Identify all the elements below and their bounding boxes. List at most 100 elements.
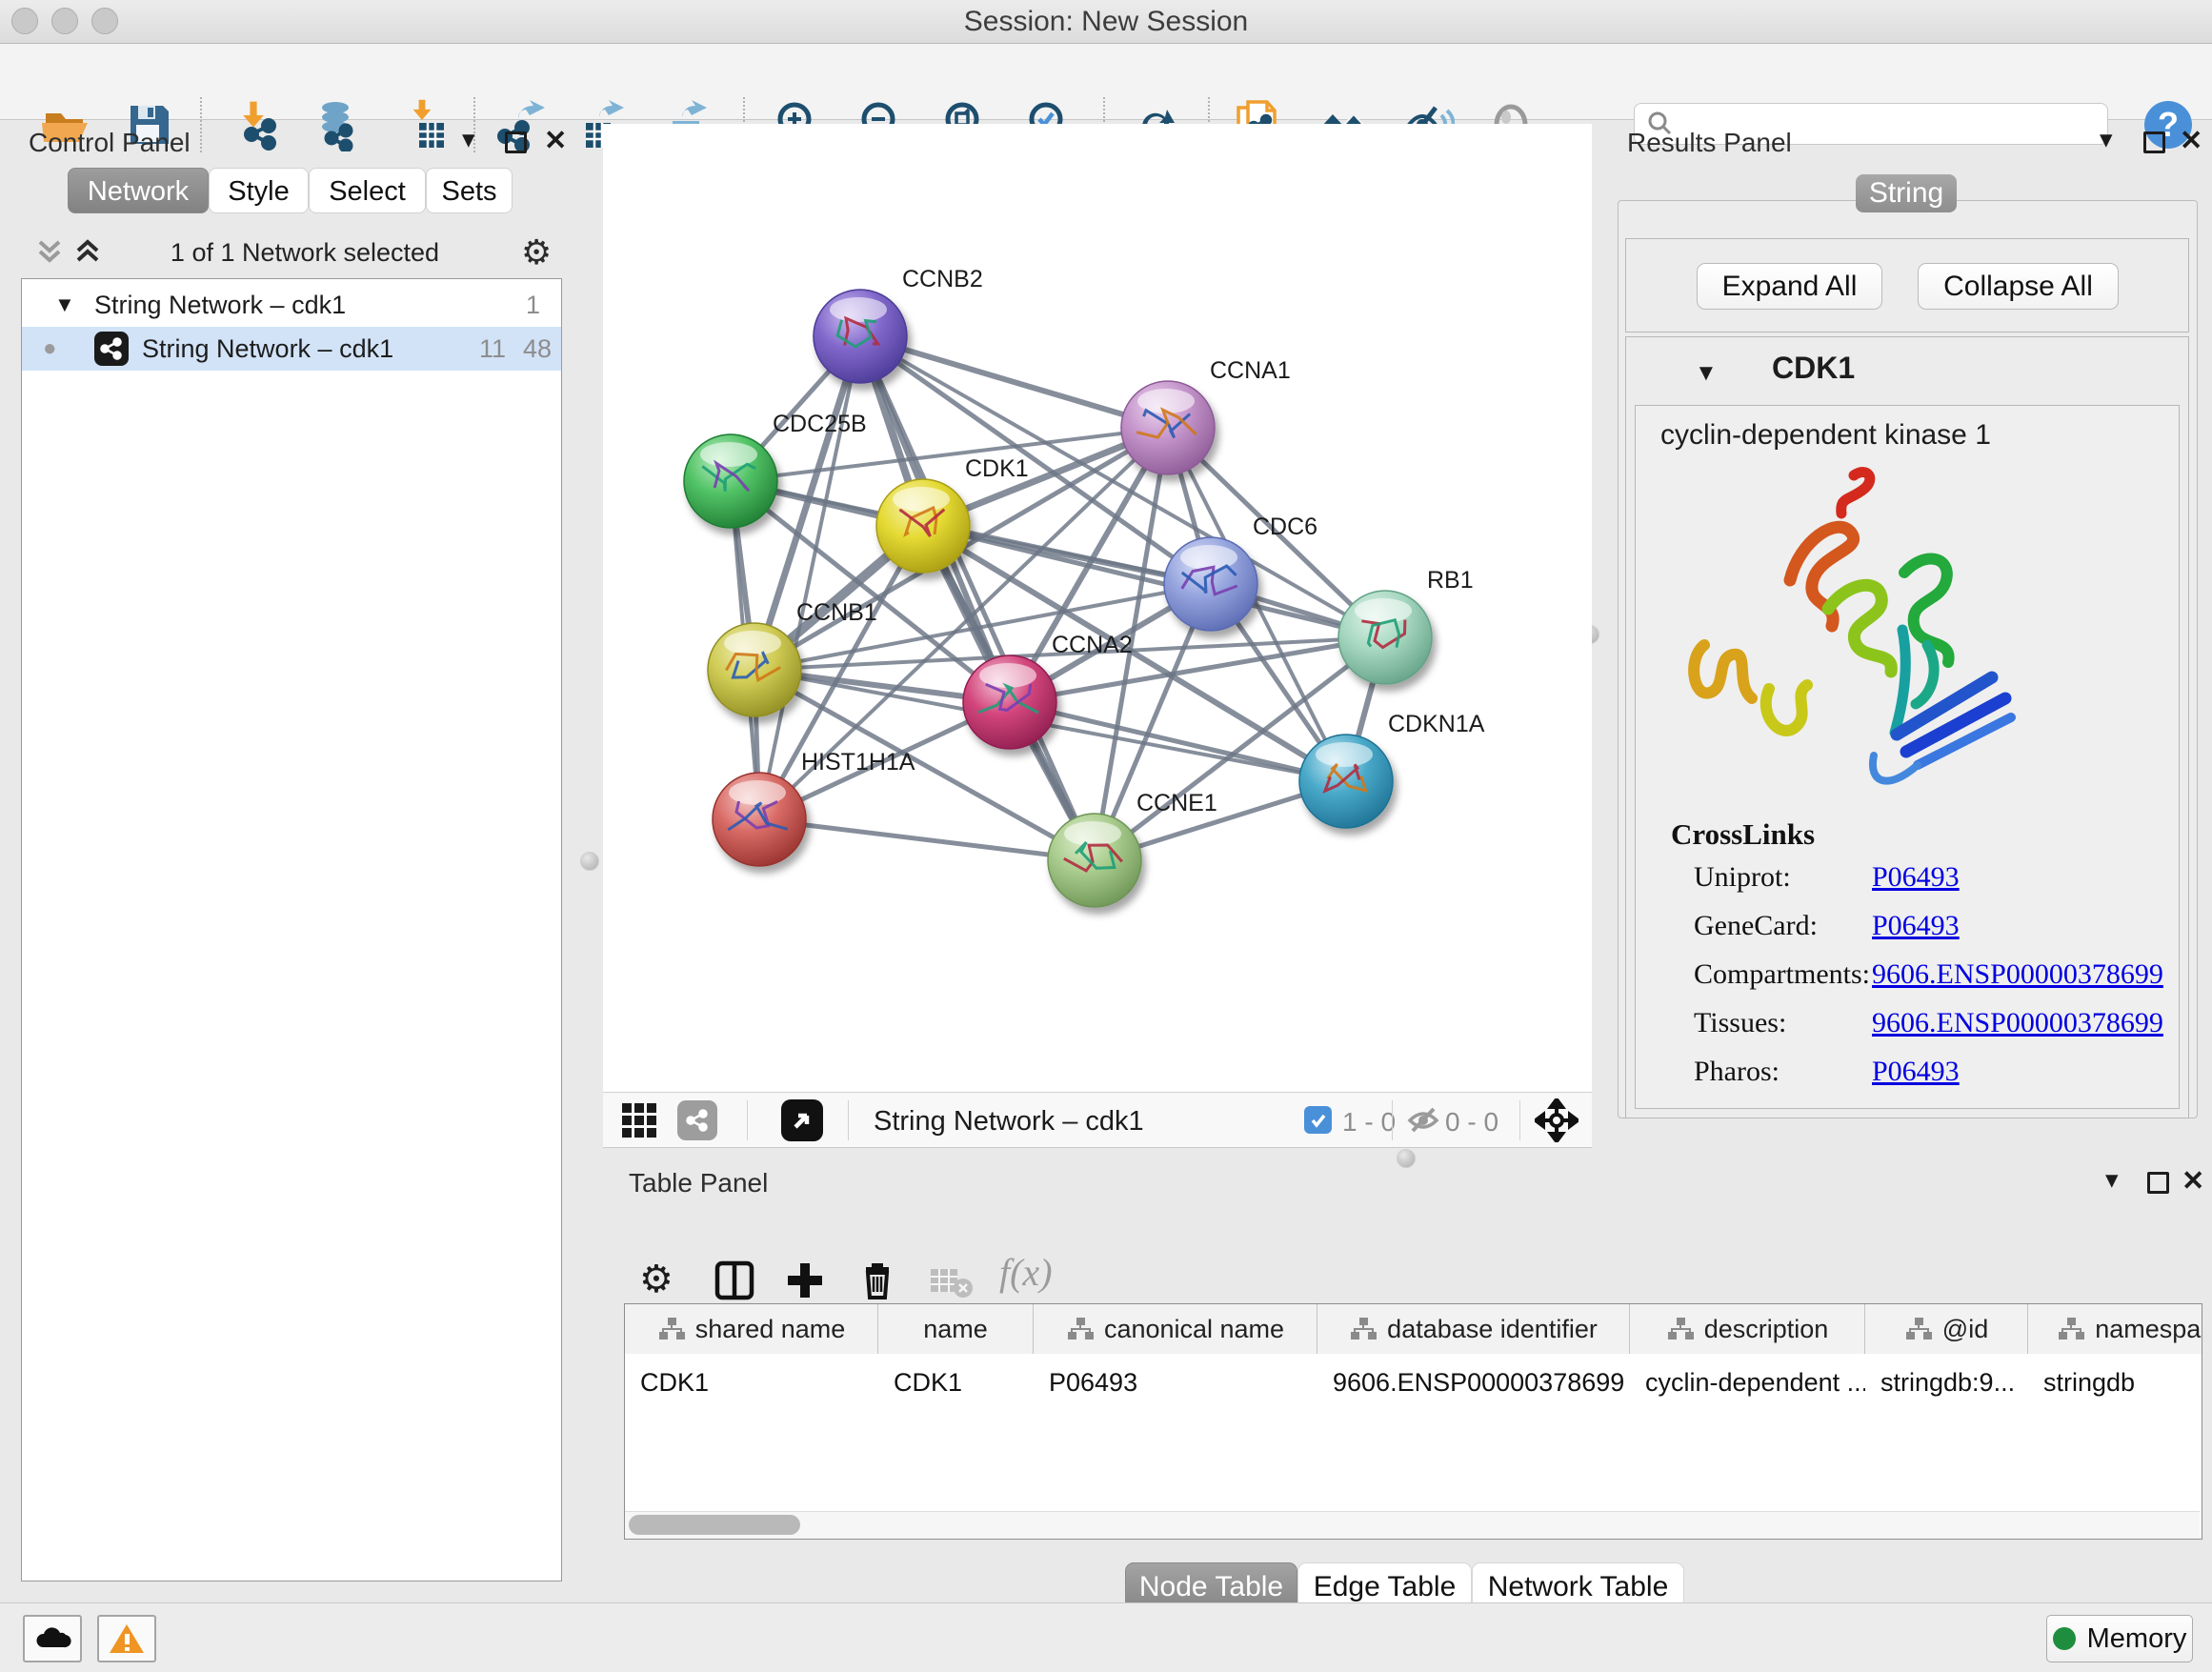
- column-header-database-identifier[interactable]: database identifier: [1317, 1304, 1630, 1354]
- column-header-name[interactable]: name: [878, 1304, 1034, 1354]
- tree-icon: [1349, 1316, 1377, 1342]
- table-cell[interactable]: stringdb: [2028, 1361, 2202, 1403]
- memory-button[interactable]: Memory: [2046, 1615, 2193, 1662]
- main-toolbar: ?: [0, 44, 2212, 120]
- horizontal-splitter-grip[interactable]: [1397, 1149, 1416, 1168]
- scrollbar-thumb[interactable]: [629, 1515, 800, 1535]
- control-panel-float-icon[interactable]: [505, 131, 527, 153]
- split-columns-icon[interactable]: [714, 1259, 755, 1306]
- memory-label: Memory: [2087, 1623, 2187, 1655]
- hidden-counts: 0 - 0: [1445, 1107, 1498, 1138]
- window-title: Session: New Session: [0, 0, 2212, 43]
- crosshair-icon[interactable]: [1535, 1098, 1579, 1147]
- collection-expand-icon[interactable]: ▼: [54, 283, 75, 327]
- selected-counts: 1 - 0: [1342, 1107, 1396, 1138]
- control-panel-close-icon[interactable]: ✕: [544, 131, 567, 151]
- vertical-splitter-grip-left[interactable]: [580, 852, 599, 871]
- delete-column-icon[interactable]: [856, 1258, 898, 1306]
- tree-icon: [2057, 1316, 2085, 1342]
- control-panel-collapse-icon[interactable]: ▾: [462, 130, 475, 149]
- gene-details: cyclin-dependent kinase 1 CrossLinks Uni…: [1635, 405, 2180, 1109]
- results-panel-float-icon[interactable]: [2143, 131, 2165, 153]
- tab-sets[interactable]: Sets: [426, 168, 513, 213]
- birdseye-view-icon[interactable]: [781, 1099, 823, 1141]
- table-settings-gear-icon[interactable]: ⚙: [639, 1258, 674, 1301]
- tab-select[interactable]: Select: [309, 168, 426, 213]
- table-panel-title: Table Panel: [629, 1168, 768, 1199]
- network-view-title: String Network – cdk1: [874, 1106, 1144, 1138]
- table-panel-close-icon[interactable]: ✕: [2182, 1171, 2204, 1192]
- collapse-all-button[interactable]: Collapse All: [1918, 263, 2119, 310]
- svg-text:CDC6: CDC6: [1253, 514, 1317, 540]
- table-cell[interactable]: 9606.ENSP00000378699: [1317, 1361, 1630, 1403]
- table-cell[interactable]: CDK1: [625, 1361, 878, 1403]
- collection-count: 1: [526, 283, 540, 327]
- network-row-label: String Network – cdk1: [142, 327, 393, 371]
- column-header-namespace[interactable]: namespace: [2028, 1304, 2202, 1354]
- hidden-eye-icon[interactable]: [1405, 1104, 1441, 1141]
- tree-icon: [1066, 1316, 1095, 1342]
- title-bar: Session: New Session: [0, 0, 2212, 44]
- svg-text:CCNA1: CCNA1: [1210, 357, 1291, 384]
- column-header-description[interactable]: description: [1630, 1304, 1865, 1354]
- column-header-canonical-name[interactable]: canonical name: [1034, 1304, 1317, 1354]
- svg-text:CCNB2: CCNB2: [902, 266, 983, 292]
- tab-style[interactable]: Style: [209, 168, 309, 213]
- network-canvas[interactable]: CCNB2CCNA1CDC25BCDK1CDC6RB1CCNB1CCNA2CDK…: [603, 124, 1592, 1092]
- results-panel-title: Results Panel: [1627, 128, 1792, 158]
- tree-icon: [657, 1316, 686, 1342]
- tab-string[interactable]: String: [1856, 174, 1957, 212]
- cloud-button[interactable]: [23, 1615, 82, 1662]
- svg-text:CCNB1: CCNB1: [796, 599, 877, 626]
- import-database-icon[interactable]: [311, 98, 364, 151]
- crosslink-link[interactable]: 9606.ENSP00000378699: [1872, 1007, 2163, 1039]
- crosslink-link[interactable]: P06493: [1872, 910, 1960, 942]
- expand-all-networks-icon[interactable]: [73, 236, 102, 272]
- selected-checkbox[interactable]: [1304, 1106, 1332, 1134]
- network-row-selected[interactable]: ● String Network – cdk1 11 48: [22, 327, 561, 371]
- string-network-icon: [94, 332, 129, 366]
- table-cell[interactable]: P06493: [1034, 1361, 1317, 1403]
- network-options-gear-icon[interactable]: ⚙: [521, 232, 552, 272]
- results-panel-collapse-icon[interactable]: ▾: [2100, 130, 2113, 149]
- add-column-icon[interactable]: [784, 1259, 826, 1306]
- crosslink-link[interactable]: P06493: [1872, 1056, 1960, 1088]
- crosslink-link[interactable]: 9606.ENSP00000378699: [1872, 958, 2163, 991]
- table-cell[interactable]: CDK1: [878, 1361, 1034, 1403]
- network-collection-row[interactable]: ▼ String Network – cdk1 1: [22, 283, 561, 327]
- warning-button[interactable]: [97, 1615, 156, 1662]
- node-table: shared name name canonical name database…: [624, 1303, 2202, 1540]
- string-network-graph[interactable]: CCNB2CCNA1CDC25BCDK1CDC6RB1CCNB1CCNA2CDK…: [603, 124, 1592, 1092]
- gene-collapse-icon[interactable]: ▼: [1695, 360, 1718, 387]
- horizontal-scrollbar[interactable]: [625, 1511, 2200, 1539]
- table-panel-collapse-icon[interactable]: ▾: [2105, 1170, 2119, 1189]
- grid-view-icon[interactable]: [620, 1101, 658, 1144]
- results-panel-close-icon[interactable]: ✕: [2180, 131, 2202, 151]
- tab-network[interactable]: Network: [68, 168, 209, 213]
- svg-text:HIST1H1A: HIST1H1A: [801, 749, 915, 776]
- collapse-all-networks-icon[interactable]: [35, 236, 64, 272]
- column-header-id[interactable]: @id: [1865, 1304, 2028, 1354]
- import-network-icon[interactable]: [231, 98, 284, 151]
- network-share-icon[interactable]: [677, 1100, 717, 1140]
- table-panel-float-icon[interactable]: [2147, 1172, 2169, 1194]
- column-header-shared-name[interactable]: shared name: [625, 1304, 878, 1354]
- tree-icon: [1904, 1316, 1933, 1342]
- gene-name: CDK1: [1772, 351, 1855, 386]
- crosslink-label: Compartments:: [1694, 958, 1870, 991]
- crosslinks-title: CrossLinks: [1671, 817, 1815, 852]
- expand-all-button[interactable]: Expand All: [1697, 263, 1882, 310]
- gene-description: cyclin-dependent kinase 1: [1660, 419, 1991, 452]
- svg-text:CCNE1: CCNE1: [1136, 790, 1217, 816]
- svg-text:CDK1: CDK1: [965, 455, 1029, 482]
- table-cell[interactable]: stringdb:9...: [1865, 1361, 2028, 1403]
- svg-text:CDKN1A: CDKN1A: [1388, 711, 1485, 737]
- table-cell[interactable]: cyclin-dependent ...: [1630, 1361, 1865, 1403]
- warning-icon: [108, 1622, 146, 1655]
- protein-structure-image: [1678, 458, 2049, 801]
- network-view-toolbar: String Network – cdk1 1 - 0 0 - 0: [603, 1092, 1592, 1148]
- network-list: ▼ String Network – cdk1 1 ● String Netwo…: [21, 278, 562, 1581]
- crosslink-link[interactable]: P06493: [1872, 861, 1960, 894]
- import-table-icon[interactable]: [398, 98, 452, 151]
- cloud-icon: [33, 1624, 71, 1653]
